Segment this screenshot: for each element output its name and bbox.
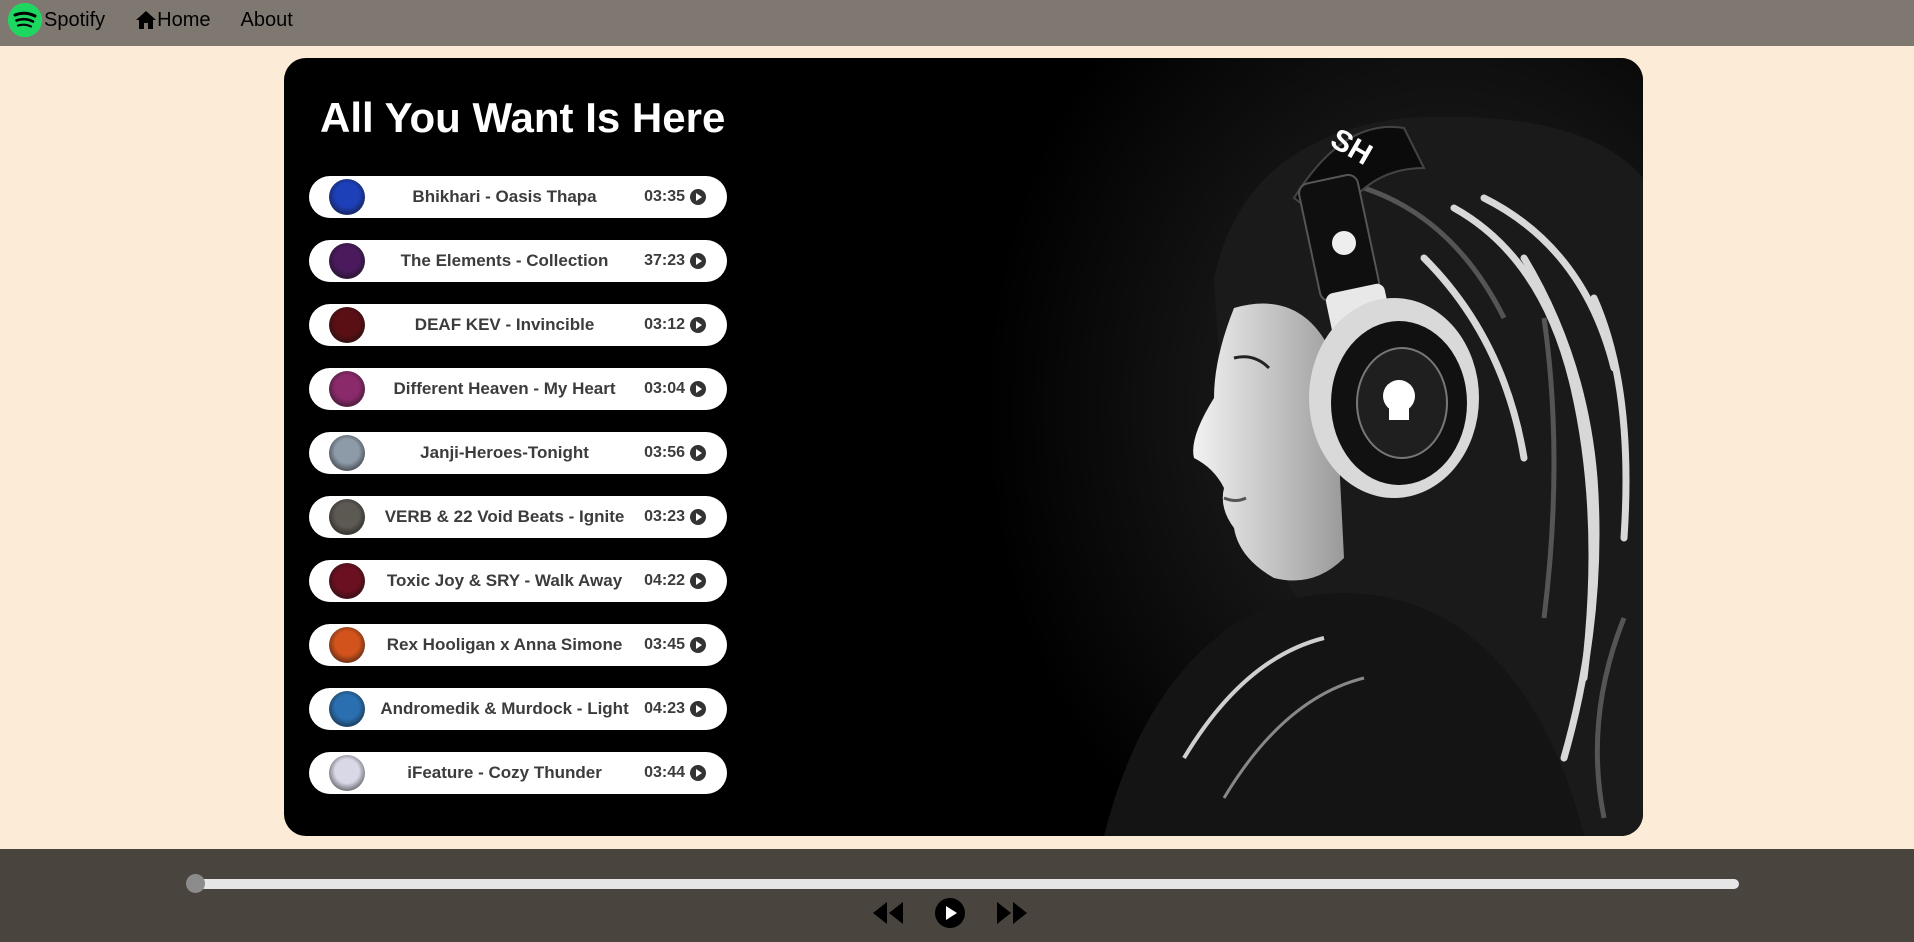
- song-title: Toxic Joy & SRY - Walk Away: [386, 571, 623, 590]
- song-play-icon[interactable]: [689, 380, 707, 398]
- song-cover-icon: [329, 435, 365, 471]
- song-duration: 03:04: [644, 380, 685, 397]
- song-item[interactable]: The Elements - Collection 37:23: [309, 240, 727, 282]
- song-cover-icon: [329, 179, 365, 215]
- nav-about-link[interactable]: About: [241, 9, 293, 32]
- nav-home-link[interactable]: Home: [135, 8, 211, 32]
- song-title: Different Heaven - My Heart: [393, 379, 616, 398]
- song-duration: 03:12: [644, 316, 685, 333]
- song-title: DEAF KEV - Invincible: [414, 315, 595, 334]
- song-duration: 04:22: [644, 572, 685, 589]
- song-duration: 37:23: [644, 252, 685, 269]
- song-cover-icon: [329, 371, 365, 407]
- song-title: Bhikhari - Oasis Thapa: [412, 187, 597, 206]
- song-title: The Elements - Collection: [400, 251, 609, 270]
- progress-bar[interactable]: [186, 874, 1739, 893]
- song-title: Janji-Heroes-Tonight: [420, 443, 589, 462]
- song-item[interactable]: Andromedik & Murdock - Light 04:23: [309, 688, 727, 730]
- song-item[interactable]: Bhikhari - Oasis Thapa 03:35: [309, 176, 727, 218]
- song-cover-icon: [329, 627, 365, 663]
- headphones-photo: SH: [984, 58, 1643, 836]
- song-duration: 03:35: [644, 188, 685, 205]
- play-circle-icon[interactable]: [934, 897, 966, 929]
- page-title: All You Want Is Here: [320, 94, 726, 141]
- song-play-icon[interactable]: [689, 316, 707, 334]
- song-play-icon[interactable]: [689, 700, 707, 718]
- song-duration: 04:23: [644, 700, 685, 717]
- song-title: VERB & 22 Void Beats - Ignite: [384, 507, 625, 526]
- song-item[interactable]: DEAF KEV - Invincible 03:12: [309, 304, 727, 346]
- nav-home-label: Home: [157, 8, 211, 31]
- song-title: Andromedik & Murdock - Light: [380, 699, 629, 718]
- player-bar: [0, 849, 1914, 942]
- backward-icon[interactable]: [870, 899, 906, 927]
- song-duration: 03:44: [644, 764, 685, 781]
- song-play-icon[interactable]: [689, 252, 707, 270]
- player-controls: [870, 897, 1030, 929]
- song-item[interactable]: Janji-Heroes-Tonight 03:56: [309, 432, 727, 474]
- brand-label: Spotify: [44, 8, 106, 31]
- song-duration: 03:23: [644, 508, 685, 525]
- spotify-logo-icon: [8, 3, 42, 37]
- song-cover-icon: [329, 499, 365, 535]
- progress-thumb[interactable]: [186, 874, 205, 893]
- song-item[interactable]: VERB & 22 Void Beats - Ignite 03:23: [309, 496, 727, 538]
- song-cover-icon: [329, 307, 365, 343]
- song-duration: 03:45: [644, 636, 685, 653]
- song-cover-icon: [329, 755, 365, 791]
- song-play-icon[interactable]: [689, 572, 707, 590]
- song-duration: 03:56: [644, 444, 685, 461]
- song-play-icon[interactable]: [689, 188, 707, 206]
- song-item[interactable]: Different Heaven - My Heart 03:04: [309, 368, 727, 410]
- song-play-icon[interactable]: [689, 508, 707, 526]
- song-title: iFeature - Cozy Thunder: [407, 763, 602, 782]
- song-cover-icon: [329, 691, 365, 727]
- brand-link[interactable]: Spotify: [8, 3, 106, 40]
- top-nav: Spotify Home About: [0, 0, 1914, 46]
- forward-icon[interactable]: [994, 899, 1030, 927]
- song-play-icon[interactable]: [689, 764, 707, 782]
- song-list: Bhikhari - Oasis Thapa 03:35 The Elements …: [309, 176, 727, 816]
- home-icon: [136, 11, 157, 29]
- song-item[interactable]: Toxic Joy & SRY - Walk Away 04:22: [309, 560, 727, 602]
- song-item[interactable]: iFeature - Cozy Thunder 03:44: [309, 752, 727, 794]
- song-cover-icon: [329, 563, 365, 599]
- hero-card: SH All You Want Is Here Bhikhari - Oasis…: [284, 58, 1643, 836]
- song-item[interactable]: Rex Hooligan x Anna Simone 03:45: [309, 624, 727, 666]
- song-title: Rex Hooligan x Anna Simone: [386, 635, 623, 654]
- song-cover-icon: [329, 243, 365, 279]
- song-play-icon[interactable]: [689, 444, 707, 462]
- song-play-icon[interactable]: [689, 636, 707, 654]
